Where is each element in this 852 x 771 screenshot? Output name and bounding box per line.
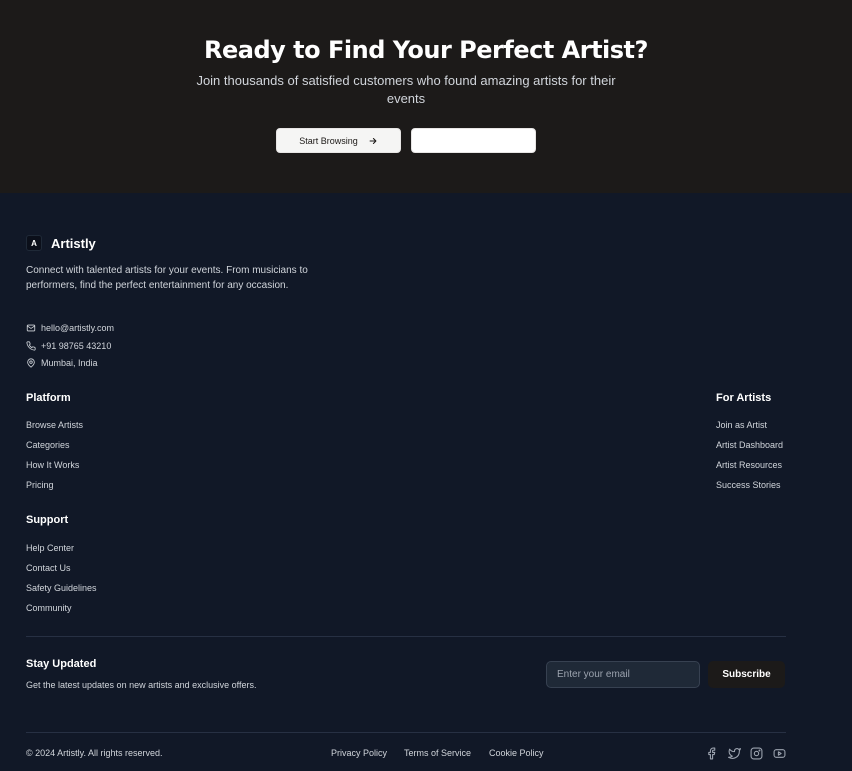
mail-icon <box>26 324 36 332</box>
footer-brand[interactable]: A Artistly <box>26 235 96 251</box>
contact-phone[interactable]: +91 98765 43210 <box>26 341 111 351</box>
secondary-cta-button[interactable] <box>411 128 536 153</box>
bottom-divider <box>26 732 786 733</box>
terms-of-service-link[interactable]: Terms of Service <box>404 748 471 758</box>
support-heading: Support <box>26 514 69 526</box>
link-contact-us[interactable]: Contact Us <box>26 563 71 573</box>
subscribe-button[interactable]: Subscribe <box>708 661 785 688</box>
link-artist-resources[interactable]: Artist Resources <box>716 460 782 470</box>
contact-email[interactable]: hello@artistly.com <box>26 323 114 333</box>
newsletter-title: Stay Updated <box>26 658 97 670</box>
link-success-stories[interactable]: Success Stories <box>716 480 781 490</box>
link-browse-artists[interactable]: Browse Artists <box>26 420 83 430</box>
privacy-policy-link[interactable]: Privacy Policy <box>331 748 387 758</box>
phone-icon <box>26 341 36 351</box>
link-safety-guidelines[interactable]: Safety Guidelines <box>26 583 97 593</box>
cta-subtitle: Join thousands of satisfied customers wh… <box>196 73 616 106</box>
footer-divider <box>26 636 786 637</box>
youtube-icon[interactable] <box>773 747 786 760</box>
contact-email-text: hello@artistly.com <box>41 323 114 333</box>
link-community[interactable]: Community <box>26 603 72 613</box>
twitter-icon[interactable] <box>728 747 741 760</box>
contact-location-text: Mumbai, India <box>41 358 98 368</box>
for-artists-heading: For Artists <box>716 392 772 404</box>
brand-description: Connect with talented artists for your e… <box>26 265 308 291</box>
link-pricing[interactable]: Pricing <box>26 480 54 490</box>
link-categories[interactable]: Categories <box>26 440 70 450</box>
cta-title: Ready to Find Your Perfect Artist? <box>204 36 648 64</box>
newsletter-subtitle: Get the latest updates on new artists an… <box>26 680 257 690</box>
arrow-right-icon <box>369 137 377 144</box>
cta-section: Ready to Find Your Perfect Artist? Join … <box>0 0 852 193</box>
brand-name: Artistly <box>51 235 96 251</box>
map-pin-icon <box>27 358 35 368</box>
brand-logo: A <box>26 235 42 251</box>
facebook-icon[interactable] <box>705 747 718 760</box>
contact-phone-text: +91 98765 43210 <box>41 341 112 351</box>
link-how-it-works[interactable]: How It Works <box>26 460 79 470</box>
newsletter-email-input[interactable] <box>546 661 700 688</box>
copyright-text: © 2024 Artistly. All rights reserved. <box>26 748 163 758</box>
link-help-center[interactable]: Help Center <box>26 543 74 553</box>
link-join-as-artist[interactable]: Join as Artist <box>716 420 767 430</box>
platform-heading: Platform <box>26 392 71 404</box>
contact-location: Mumbai, India <box>26 358 98 368</box>
start-browsing-button[interactable]: Start Browsing <box>276 128 401 153</box>
link-artist-dashboard[interactable]: Artist Dashboard <box>716 440 783 450</box>
cookie-policy-link[interactable]: Cookie Policy <box>489 748 544 758</box>
instagram-icon[interactable] <box>750 747 763 760</box>
start-browsing-label: Start Browsing <box>299 135 358 146</box>
